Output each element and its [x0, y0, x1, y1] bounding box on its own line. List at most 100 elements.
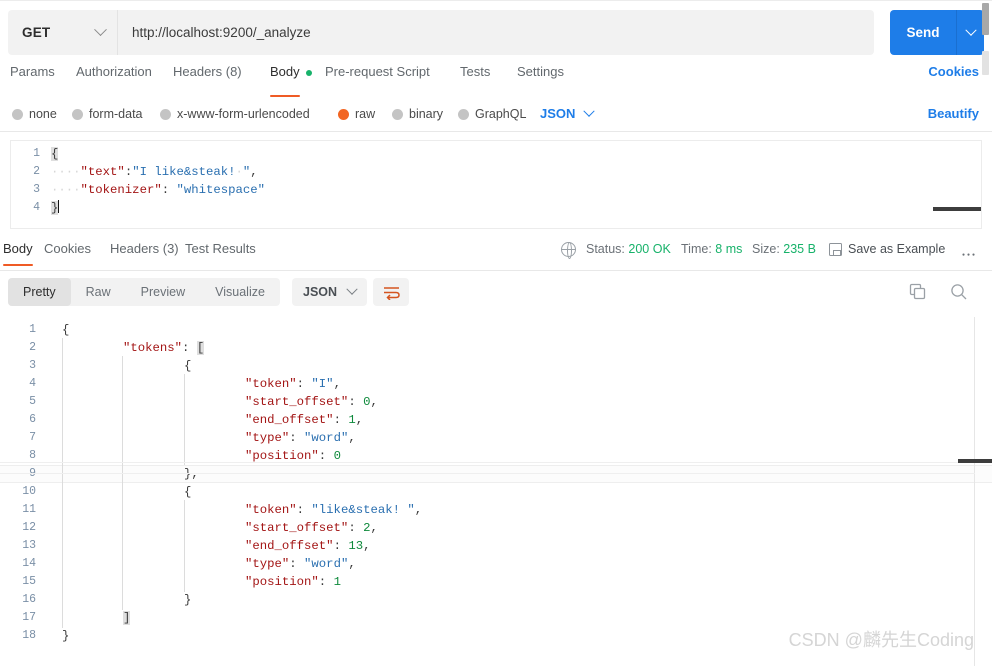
indent-guide — [62, 338, 63, 358]
code-text: "token": "I", — [48, 374, 992, 394]
search-response-button[interactable] — [949, 282, 969, 302]
active-tab-underline — [270, 94, 300, 97]
response-editor-scroll-track[interactable] — [0, 462, 975, 474]
body-type-label: GraphQL — [475, 107, 527, 121]
response-tab-cookies[interactable]: Cookies — [44, 241, 91, 256]
body-type-raw[interactable]: raw — [338, 107, 375, 121]
response-editor-horizontal-scrollbar[interactable] — [958, 459, 992, 463]
tab-label: Pre-request Script — [325, 64, 430, 79]
beautify-button[interactable]: Beautify — [928, 106, 979, 121]
indent-guide — [122, 374, 123, 394]
line-number: 6 — [29, 413, 36, 426]
indent-guide — [122, 536, 123, 556]
line-number: 3 — [29, 359, 36, 372]
indent-guide — [62, 608, 63, 628]
response-code-line: 10 { — [0, 482, 992, 502]
radio-icon — [160, 108, 171, 120]
request-tab-tests[interactable]: Tests — [460, 62, 490, 95]
save-as-example-button[interactable]: Save as Example — [848, 242, 945, 256]
body-type-GraphQL[interactable]: GraphQL — [458, 107, 526, 121]
search-icon — [951, 284, 967, 300]
response-code-line: 17] — [0, 608, 992, 628]
response-more-options-button[interactable]: ●●● — [962, 252, 977, 258]
code-text: } — [51, 200, 60, 215]
request-tab-headers-8[interactable]: Headers (8) — [173, 62, 242, 95]
line-number: 2 — [29, 341, 36, 354]
code-token-group: "start_offset": 2, — [245, 521, 378, 535]
line-number: 16 — [22, 593, 36, 606]
scrollbar-thumb[interactable] — [982, 3, 989, 35]
code-token-group: "position": 1 — [245, 575, 341, 589]
copy-response-button[interactable] — [908, 282, 928, 302]
response-code-line: 7 "type": "word", — [0, 428, 992, 448]
response-tab-body[interactable]: Body — [3, 241, 33, 266]
tab-label: Headers (8) — [173, 64, 242, 79]
send-options-button[interactable] — [956, 10, 984, 55]
time-indicator: Time: 8 ms — [681, 242, 742, 256]
code-token-group: "type": "word", — [245, 431, 356, 445]
response-code-line: 16} — [0, 590, 992, 610]
url-input[interactable]: http://localhost:9200/_analyze — [118, 10, 874, 55]
word-wrap-button[interactable] — [373, 278, 409, 306]
response-toolbar: Pretty Raw Preview Visualize JSON — [0, 272, 992, 317]
code-token-group: } — [62, 629, 70, 643]
raw-language-selector[interactable]: JSON — [540, 105, 596, 121]
request-tab-authorization[interactable]: Authorization — [76, 62, 152, 95]
request-editor-horizontal-scrollbar[interactable] — [933, 207, 981, 211]
code-text: "type": "word", — [48, 428, 992, 448]
request-tab-bar: Params Authorization Headers (8) Body Pre-re… — [0, 62, 992, 97]
send-button[interactable]: Send — [890, 10, 956, 55]
http-method-selector[interactable]: GET — [8, 10, 118, 55]
response-tab-test-results[interactable]: Test Results — [185, 241, 256, 256]
body-type-form-data[interactable]: form-data — [72, 107, 143, 121]
response-view-preview[interactable]: Preview — [126, 278, 200, 306]
copy-icon — [909, 283, 926, 300]
code-token-group: "token": "I", — [245, 377, 341, 391]
body-type-binary[interactable]: binary — [392, 107, 443, 121]
request-editor-scrollbar[interactable] — [981, 2, 990, 86]
line-number: 7 — [29, 431, 36, 444]
request-tab-params[interactable]: Params — [10, 62, 55, 95]
body-type-x-www-form-urlencoded[interactable]: x-www-form-urlencoded — [160, 107, 310, 121]
response-body-editor[interactable]: 1{2 "tokens": [3{4 "token": "I", 5 "start_of… — [0, 317, 992, 666]
tab-label: Params — [10, 64, 55, 79]
indent-guide — [62, 374, 63, 394]
indent-guide — [184, 410, 185, 430]
indent-guide — [122, 554, 123, 574]
indent-guide — [122, 572, 123, 592]
request-tab-pre-request-script[interactable]: Pre-request Script — [325, 62, 430, 95]
response-view-pretty[interactable]: Pretty — [8, 278, 71, 306]
indent-guide — [62, 482, 63, 502]
cookies-link[interactable]: Cookies — [928, 64, 979, 79]
request-body-editor[interactable]: 1{2 ····"text":"I like&steak!·", 3 ····"tok… — [10, 140, 982, 229]
request-tab-body[interactable]: Body — [270, 62, 312, 97]
code-token-group: "tokens": [ — [123, 341, 205, 355]
line-number: 4 — [29, 377, 36, 390]
body-type-label: raw — [355, 107, 376, 121]
indent-guide — [122, 482, 123, 502]
code-text: "type": "word", — [48, 554, 992, 574]
save-icon — [829, 243, 842, 256]
indent-guide — [122, 392, 123, 412]
url-value: http://localhost:9200/_analyze — [132, 25, 311, 40]
code-token-group: ] — [123, 611, 131, 625]
indent-guide — [62, 356, 63, 376]
response-format-selector[interactable]: JSON — [292, 278, 368, 306]
body-type-label: none — [29, 107, 57, 121]
size-indicator: Size: 235 B — [752, 242, 816, 256]
scrollbar-thumb-secondary[interactable] — [982, 51, 989, 75]
code-text: { — [48, 321, 992, 339]
chevron-down-icon — [94, 23, 107, 37]
response-view-mode-group: Pretty Raw Preview Visualize — [8, 278, 280, 306]
response-tab-headers-3[interactable]: Headers (3) — [110, 241, 179, 256]
response-view-raw[interactable]: Raw — [71, 278, 126, 306]
line-number: 4 — [33, 201, 40, 214]
indent-guide — [62, 536, 63, 556]
response-code-line: 11 "token": "like&steak! ", — [0, 500, 992, 520]
line-number: 18 — [22, 629, 36, 642]
response-view-visualize[interactable]: Visualize — [200, 278, 280, 306]
code-text: } — [48, 590, 992, 610]
body-type-none[interactable]: none — [12, 107, 57, 121]
code-token-group: { — [184, 485, 192, 499]
request-tab-settings[interactable]: Settings — [517, 62, 564, 95]
